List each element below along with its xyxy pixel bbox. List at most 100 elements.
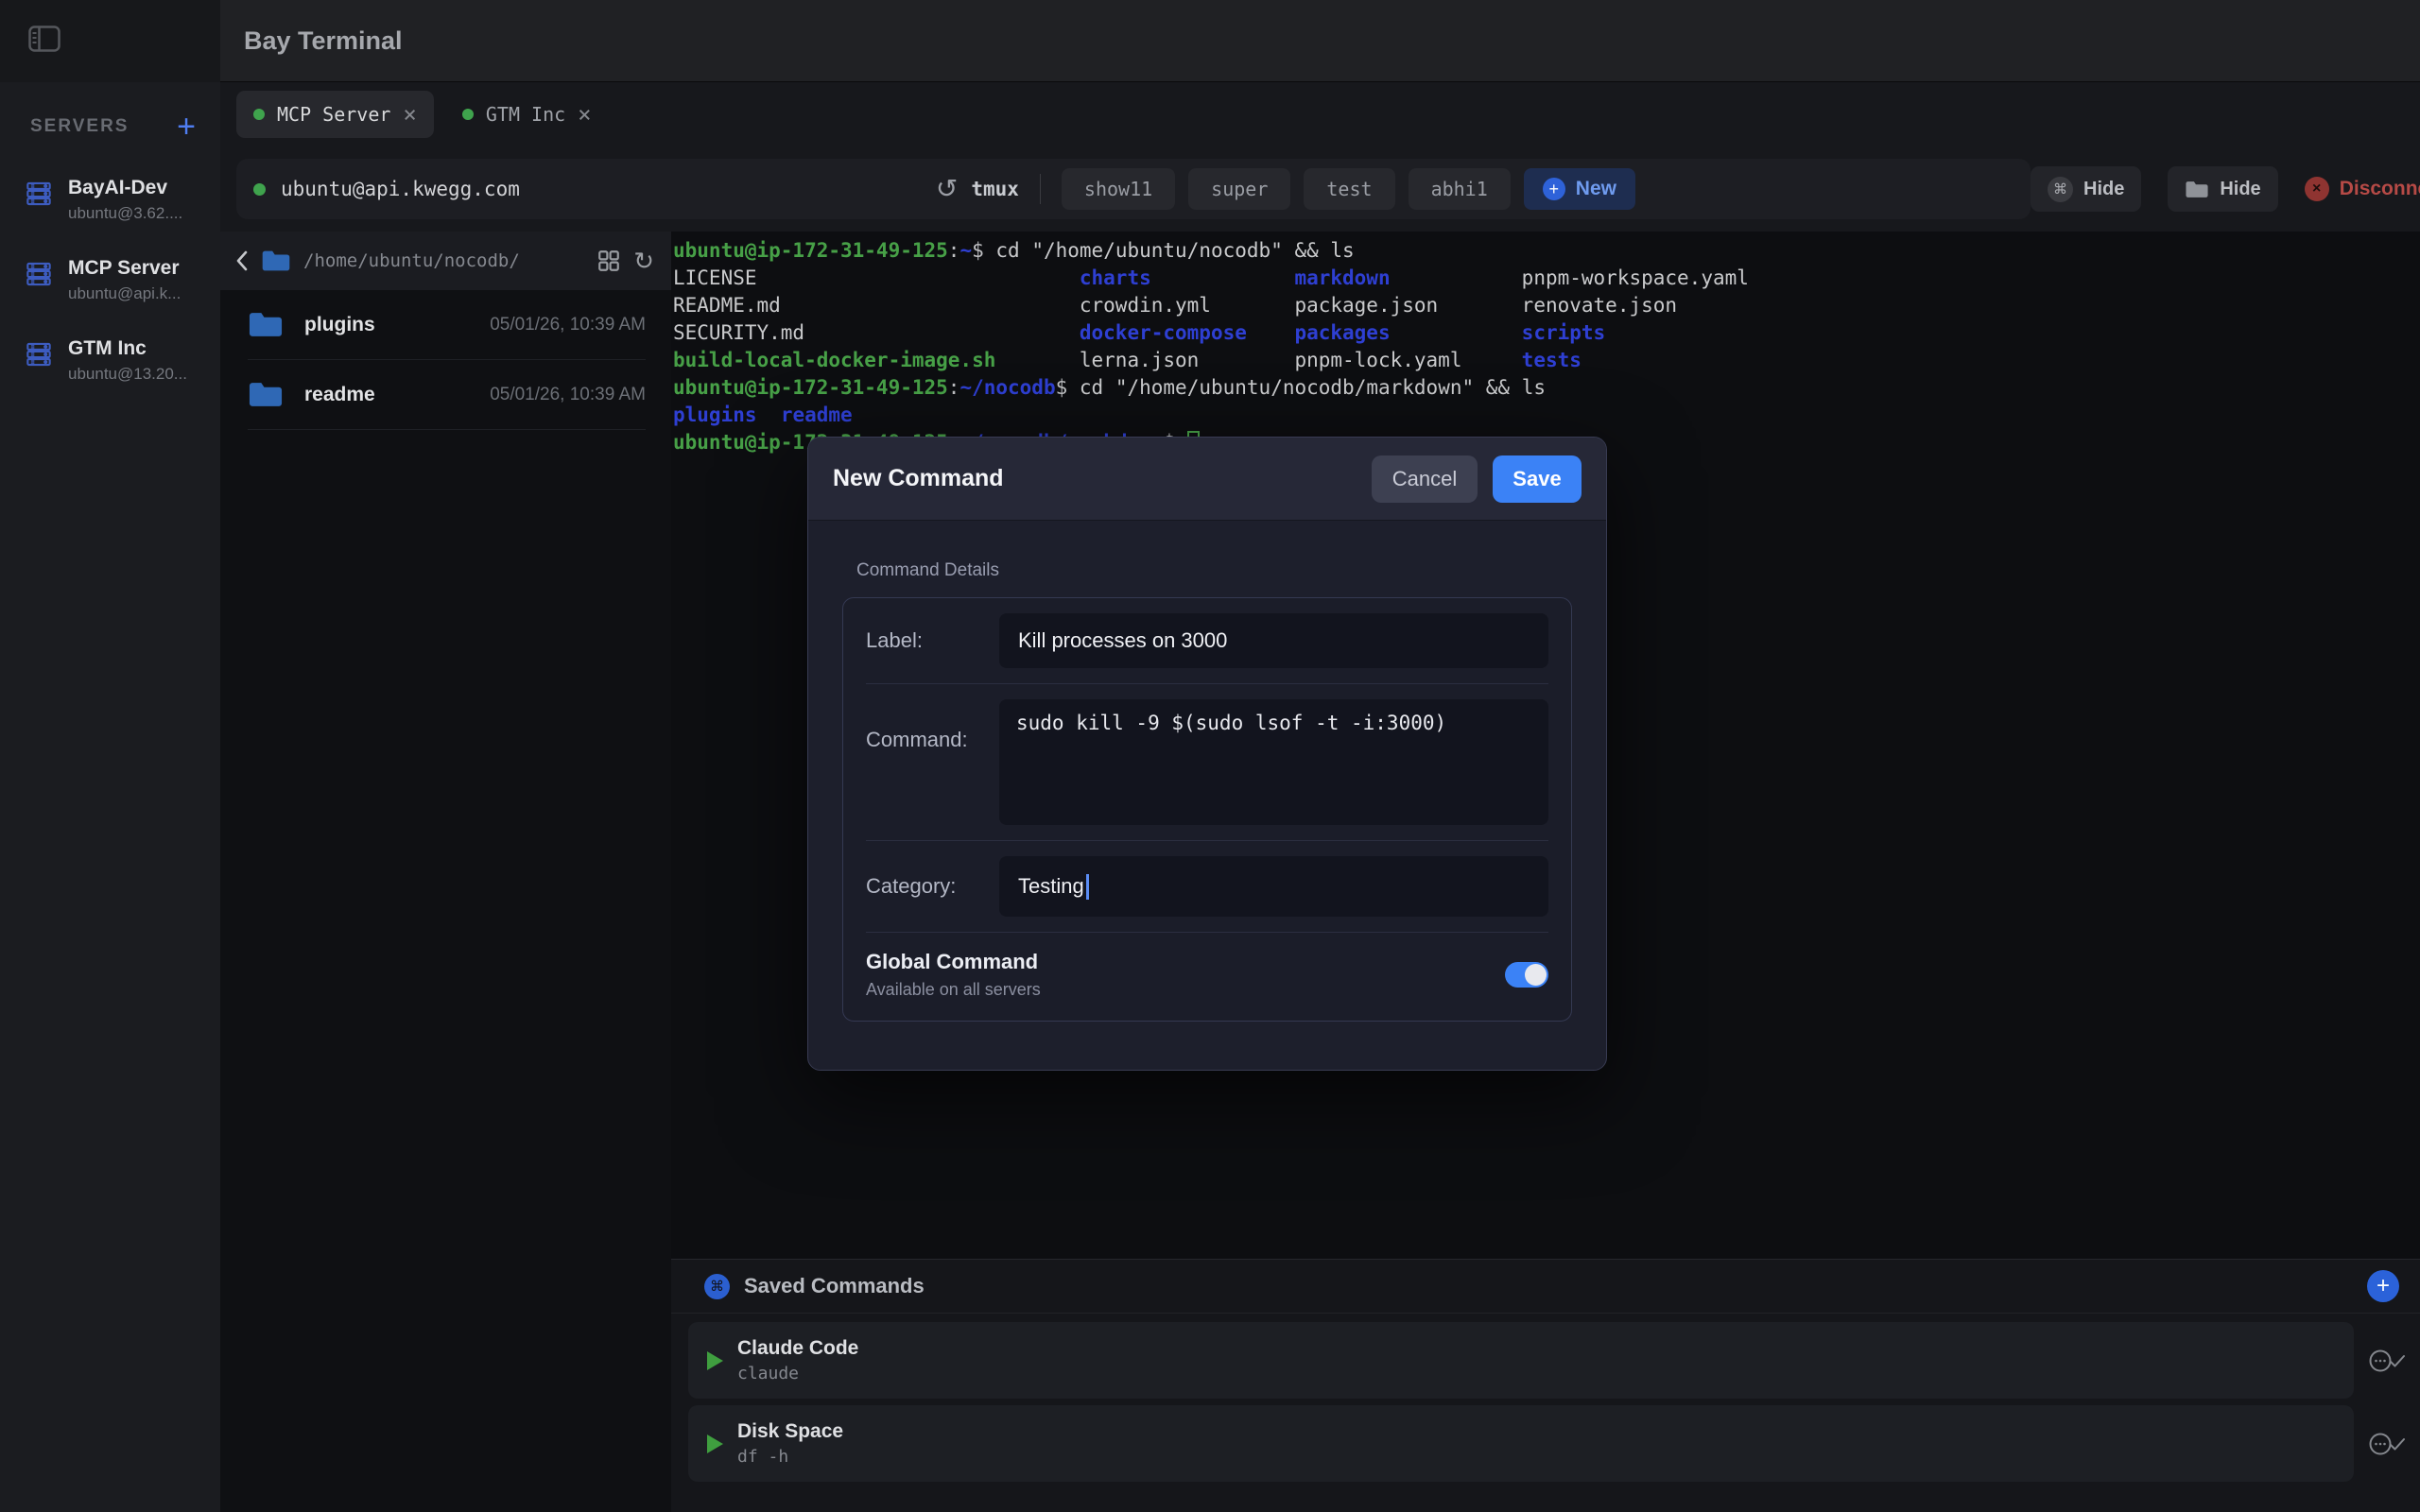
tab-mcp-server[interactable]: MCP Server × (236, 91, 434, 138)
saved-command-string: df -h (737, 1447, 843, 1467)
tmux-group: ↺ tmux show11 super test abhi1 + New (936, 168, 1635, 210)
app-window: SERVERS + BayAI-Dev ubuntu@3.62.... MCP … (0, 0, 2420, 1512)
saved-command-name: Claude Code (737, 1337, 858, 1360)
server-host: ubuntu@13.20... (68, 365, 187, 384)
disconnect-button[interactable]: × Disconnect (2305, 177, 2420, 201)
session-pill-abhi1[interactable]: abhi1 (1409, 168, 1511, 210)
connection-actions: ⌘ Hide Hide × Disconnect (2031, 166, 2420, 212)
servers-section-label: SERVERS (30, 116, 177, 137)
terminal-line: plugins readme (673, 402, 2420, 429)
global-command-row: Global Command Available on all servers (843, 933, 1571, 1021)
server-item-text: BayAI-Dev ubuntu@3.62.... (68, 177, 182, 223)
saved-command-disk-space[interactable]: Disk Space df -h (688, 1405, 2354, 1482)
server-name: BayAI-Dev (68, 177, 182, 199)
hide-commands-button[interactable]: ⌘ Hide (2031, 166, 2141, 212)
file-row-plugins[interactable]: plugins 05/01/26, 10:39 AM (220, 290, 671, 359)
command-textarea[interactable]: sudo kill -9 $(sudo lsof -t -i:3000) (999, 699, 1548, 825)
disconnect-icon: × (2305, 177, 2329, 201)
session-pill-test[interactable]: test (1304, 168, 1394, 210)
command-field-row: Command: sudo kill -9 $(sudo lsof -t -i:… (843, 684, 1571, 840)
saved-commands-header: ⌘ Saved Commands + (671, 1260, 2420, 1314)
command-details-card: Label: Kill processes on 3000 Command: s… (842, 597, 1572, 1022)
close-icon[interactable]: × (403, 103, 416, 126)
sidebar-item-server-2[interactable]: GTM Inc ubuntu@13.20... (0, 320, 220, 401)
terminal-line: README.md crowdin.yml package.json renov… (673, 292, 2420, 319)
status-dot (253, 109, 265, 120)
saved-commands-list: Claude Code claude (671, 1314, 2420, 1488)
save-button[interactable]: Save (1493, 455, 1582, 503)
saved-command-string: claude (737, 1364, 858, 1383)
connection-row: ubuntu@api.kwegg.com ↺ tmux show11 super… (220, 146, 2420, 232)
category-field-label: Category: (866, 874, 999, 899)
text-caret (1086, 874, 1089, 900)
tab-gtm-inc[interactable]: GTM Inc × (445, 91, 609, 138)
modal-header: New Command Cancel Save (808, 438, 1606, 521)
history-icon: ↺ (936, 176, 958, 202)
play-icon[interactable] (707, 1435, 723, 1453)
file-row-readme[interactable]: readme 05/01/26, 10:39 AM (220, 360, 671, 429)
terminal-line: ubuntu@ip-172-31-49-125:~$ cd "/home/ubu… (673, 237, 2420, 265)
more-options-icon[interactable] (2354, 1431, 2420, 1457)
refresh-icon[interactable]: ↻ (633, 249, 654, 273)
page-title: Bay Terminal (244, 26, 403, 56)
grid-view-icon[interactable] (596, 249, 621, 273)
file-browser: /home/ubuntu/nocodb/ ↻ plugins 05/01/26,… (220, 232, 671, 1512)
file-modified: 05/01/26, 10:39 AM (490, 315, 646, 335)
session-pill-show11[interactable]: show11 (1062, 168, 1175, 210)
tab-label: MCP Server (277, 103, 390, 126)
command-icon: ⌘ (704, 1274, 730, 1299)
sidebar-item-server-1[interactable]: MCP Server ubuntu@api.k... (0, 240, 220, 320)
category-input-value: Testing (1018, 874, 1084, 899)
command-textarea-value: sudo kill -9 $(sudo lsof -t -i:3000) (1016, 712, 1446, 734)
divider (1040, 174, 1041, 204)
label-field-row: Label: Kill processes on 3000 (843, 598, 1571, 683)
saved-command-text: Claude Code claude (737, 1337, 858, 1383)
server-item-text: GTM Inc ubuntu@13.20... (68, 337, 187, 384)
new-session-button[interactable]: + New (1524, 168, 1635, 210)
play-icon[interactable] (707, 1351, 723, 1370)
close-icon[interactable]: × (578, 103, 591, 126)
label-input[interactable]: Kill processes on 3000 (999, 613, 1548, 668)
global-command-subtitle: Available on all servers (866, 980, 1041, 1000)
breadcrumb-path[interactable]: /home/ubuntu/nocodb/ (303, 250, 584, 271)
server-host: ubuntu@api.k... (68, 284, 181, 303)
terminal-line: build-local-docker-image.sh lerna.json p… (673, 347, 2420, 374)
file-browser-header: /home/ubuntu/nocodb/ ↻ (220, 232, 671, 290)
server-name: GTM Inc (68, 337, 187, 360)
saved-commands-title: Saved Commands (744, 1274, 925, 1298)
label-input-value: Kill processes on 3000 (1018, 628, 1227, 653)
global-command-toggle[interactable] (1505, 962, 1548, 988)
category-field-row: Category: Testing (843, 841, 1571, 932)
section-label: Command Details (856, 560, 1572, 581)
cancel-button[interactable]: Cancel (1372, 455, 1478, 503)
modal-body: Command Details Label: Kill processes on… (808, 521, 1606, 1022)
modal-title: New Command (833, 465, 1372, 492)
more-options-icon[interactable] (2354, 1348, 2420, 1374)
sidebar-toggle-icon[interactable] (28, 26, 60, 57)
hide-files-button[interactable]: Hide (2168, 166, 2277, 212)
tab-bar: MCP Server × GTM Inc × (220, 82, 2420, 146)
command-icon: ⌘ (2048, 177, 2073, 202)
folder-icon (2185, 180, 2209, 199)
add-command-button[interactable]: + (2367, 1270, 2399, 1302)
folder-icon (261, 249, 291, 273)
file-modified: 05/01/26, 10:39 AM (490, 385, 646, 405)
sidebar-header (0, 0, 220, 82)
back-icon[interactable] (235, 249, 249, 272)
connection-status-dot (253, 183, 266, 196)
saved-command-claude-code[interactable]: Claude Code claude (688, 1322, 2354, 1399)
saved-command-text: Disk Space df -h (737, 1420, 843, 1467)
connection-host: ubuntu@api.kwegg.com (281, 178, 520, 200)
hide-files-label: Hide (2220, 179, 2260, 200)
server-icon (25, 180, 53, 207)
tmux-label: tmux (971, 178, 1019, 200)
sidebar-item-server-0[interactable]: BayAI-Dev ubuntu@3.62.... (0, 160, 220, 240)
file-name: plugins (304, 314, 375, 336)
command-field-label: Command: (866, 728, 999, 752)
server-item-text: MCP Server ubuntu@api.k... (68, 257, 181, 303)
session-pill-super[interactable]: super (1188, 168, 1290, 210)
add-server-button[interactable]: + (177, 111, 196, 143)
new-session-label: New (1576, 178, 1616, 200)
category-input[interactable]: Testing (999, 856, 1548, 917)
global-command-text: Global Command Available on all servers (866, 950, 1041, 1000)
